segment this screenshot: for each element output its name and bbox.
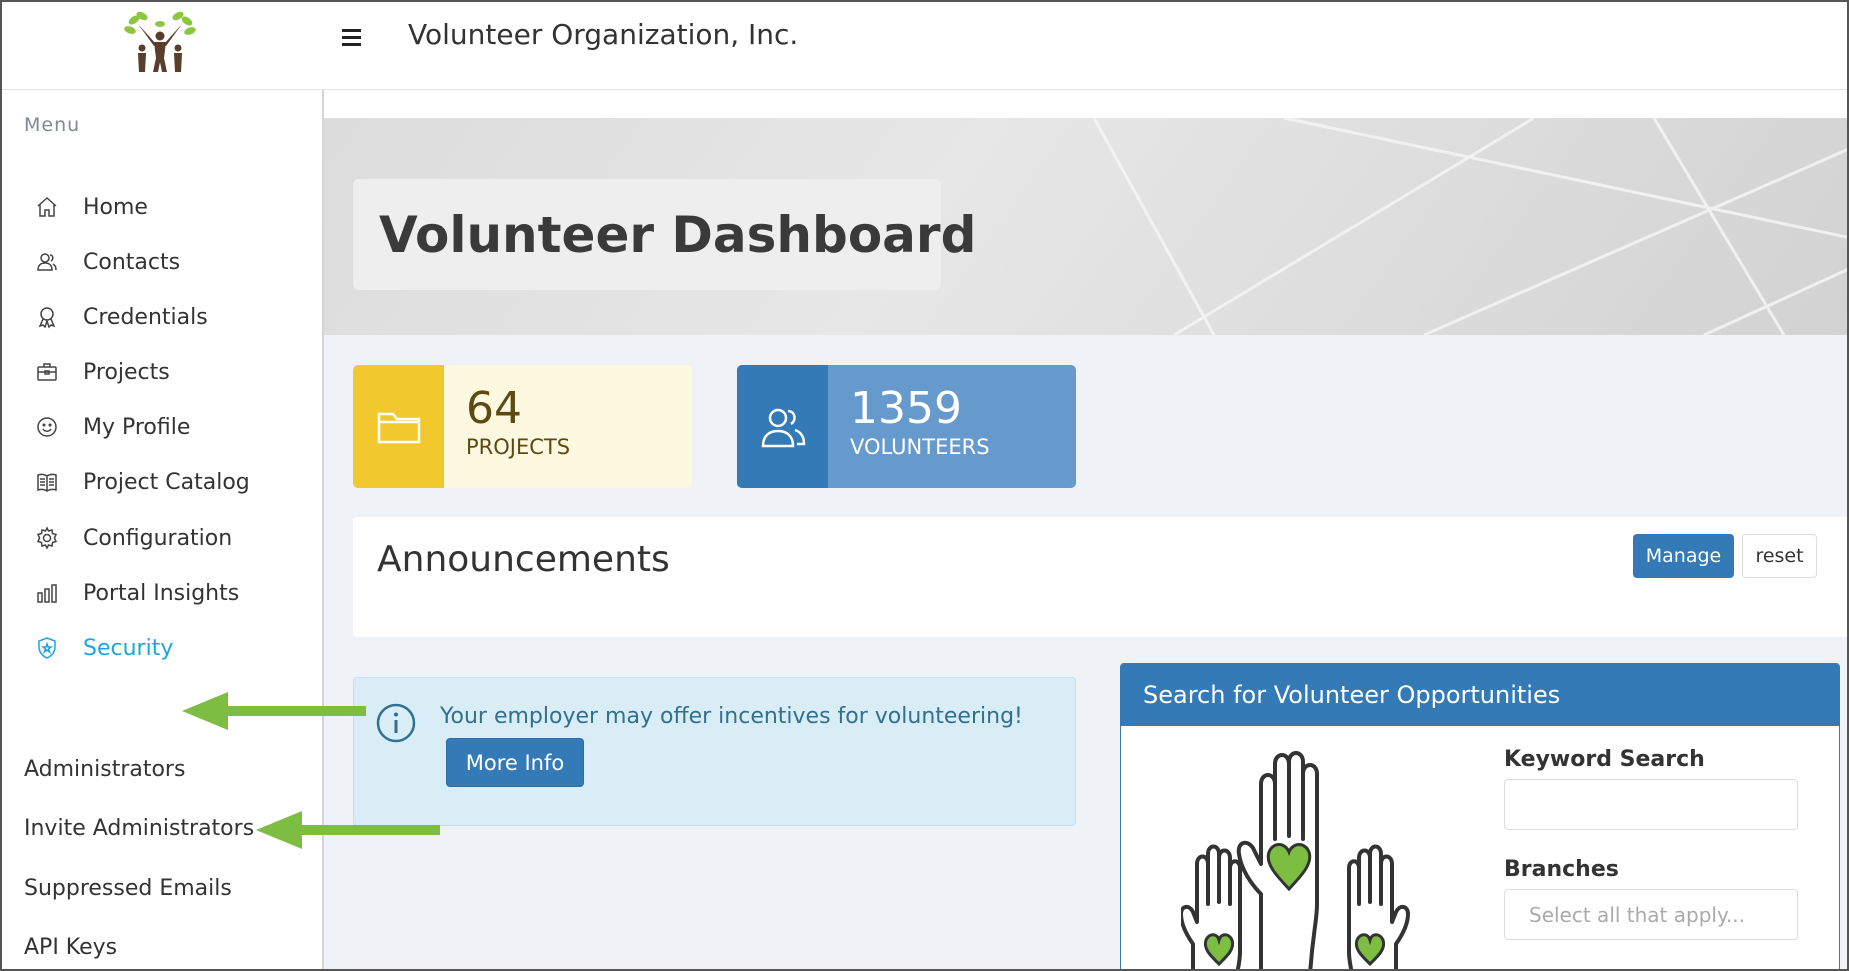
search-opportunities-panel: Search for Volunteer Opportunities Keywo…: [1120, 663, 1840, 969]
hamburger-bar: [342, 42, 361, 46]
incentives-message: Your employer may offer incentives for v…: [440, 704, 1023, 729]
sidebar-item-label: Project Catalog: [83, 469, 250, 495]
sidebar-item-label: My Profile: [83, 414, 191, 440]
projects-stat-icon-area: [353, 365, 444, 488]
more-info-button[interactable]: More Info: [446, 738, 584, 787]
smiley-icon: [37, 417, 57, 437]
projects-count: 64: [466, 383, 522, 434]
sidebar-item-label: Configuration: [83, 525, 233, 551]
sidebar-item-project-catalog[interactable]: Project Catalog: [35, 462, 250, 502]
sidebar-item-portal-insights[interactable]: Portal Insights: [35, 573, 239, 613]
organization-logo[interactable]: [120, 10, 200, 76]
sidebar-item-label: Projects: [83, 359, 170, 385]
sidebar-item-my-profile[interactable]: My Profile: [35, 407, 190, 447]
sidebar-item-label: Credentials: [83, 304, 208, 330]
top-bar: Volunteer Organization, Inc.: [2, 2, 1847, 90]
manage-announcements-button[interactable]: Manage: [1633, 534, 1734, 578]
sidebar-item-label: Home: [83, 194, 148, 220]
gear-icon: [36, 526, 58, 550]
search-panel-title: Search for Volunteer Opportunities: [1121, 664, 1839, 726]
volunteers-stat-body: 1359 VOLUNTEERS: [828, 365, 1076, 488]
sidebar-item-contacts[interactable]: Contacts: [35, 242, 180, 282]
branches-select[interactable]: Select all that apply...: [1504, 889, 1798, 940]
annotation-arrow-invite-administrators: [256, 811, 440, 849]
volunteers-stat-icon-area: [737, 365, 828, 488]
volunteers-count: 1359: [850, 383, 962, 434]
shield-icon: [38, 637, 56, 659]
home-icon: [37, 196, 57, 217]
contacts-icon: [37, 253, 57, 271]
info-icon: [376, 703, 416, 743]
reset-announcements-button[interactable]: reset: [1742, 534, 1817, 578]
sidebar-item-home[interactable]: Home: [35, 187, 148, 227]
sidebar-subitem-invite-administrators[interactable]: Invite Administrators: [24, 816, 254, 841]
projects-icon: [37, 363, 57, 381]
sidebar-subitem-administrators[interactable]: Administrators: [24, 757, 185, 782]
projects-stat-tile[interactable]: 64 PROJECTS: [353, 365, 692, 488]
branches-label: Branches: [1504, 857, 1619, 882]
bar-chart-icon: [37, 584, 57, 603]
sidebar-item-projects[interactable]: Projects: [35, 352, 170, 392]
hamburger-bar: [342, 28, 361, 32]
dashboard-title-card: Volunteer Dashboard: [353, 179, 976, 290]
keyword-search-input[interactable]: [1504, 779, 1798, 830]
incentives-info-alert: Your employer may offer incentives for v…: [353, 677, 1076, 826]
sidebar-item-credentials[interactable]: Credentials: [35, 297, 208, 337]
hamburger-bar: [342, 35, 361, 39]
credentials-icon: [38, 307, 56, 329]
users-icon: [761, 408, 805, 447]
sidebar-item-label: Security: [83, 635, 174, 661]
raised-hands-heart-illustration: [1181, 751, 1410, 969]
sidebar-item-security[interactable]: Security: [35, 628, 173, 668]
content-top-strip: [324, 90, 1847, 118]
volunteers-label: VOLUNTEERS: [850, 435, 990, 459]
hamburger-menu-button[interactable]: [342, 22, 370, 52]
sidebar-item-label: Portal Insights: [83, 580, 240, 606]
main-content: Volunteer Dashboard 64 PROJECTS 1359 VOL…: [324, 90, 1847, 969]
page-title: Volunteer Dashboard: [379, 205, 977, 264]
folder-icon: [377, 412, 420, 443]
organization-name: Volunteer Organization, Inc.: [408, 18, 799, 51]
dashboard-hero-banner: Volunteer Dashboard: [324, 118, 1847, 335]
catalog-icon: [37, 473, 57, 492]
projects-label: PROJECTS: [466, 435, 571, 459]
sidebar-item-label: Contacts: [83, 249, 181, 275]
announcements-panel: Announcements Manage reset: [353, 517, 1847, 637]
menu-caption: Menu: [24, 114, 81, 136]
app-window: Volunteer Organization, Inc. Menu Home C…: [0, 0, 1849, 971]
announcements-title: Announcements: [377, 539, 670, 580]
projects-stat-body: 64 PROJECTS: [444, 365, 692, 488]
sidebar-item-configuration[interactable]: Configuration: [35, 518, 232, 558]
annotation-arrow-security: [182, 692, 366, 730]
sidebar-subitem-suppressed-emails[interactable]: Suppressed Emails: [24, 876, 232, 901]
sidebar-subitem-api-keys[interactable]: API Keys: [24, 935, 117, 960]
keyword-search-label: Keyword Search: [1504, 747, 1705, 772]
volunteers-stat-tile[interactable]: 1359 VOLUNTEERS: [737, 365, 1076, 488]
